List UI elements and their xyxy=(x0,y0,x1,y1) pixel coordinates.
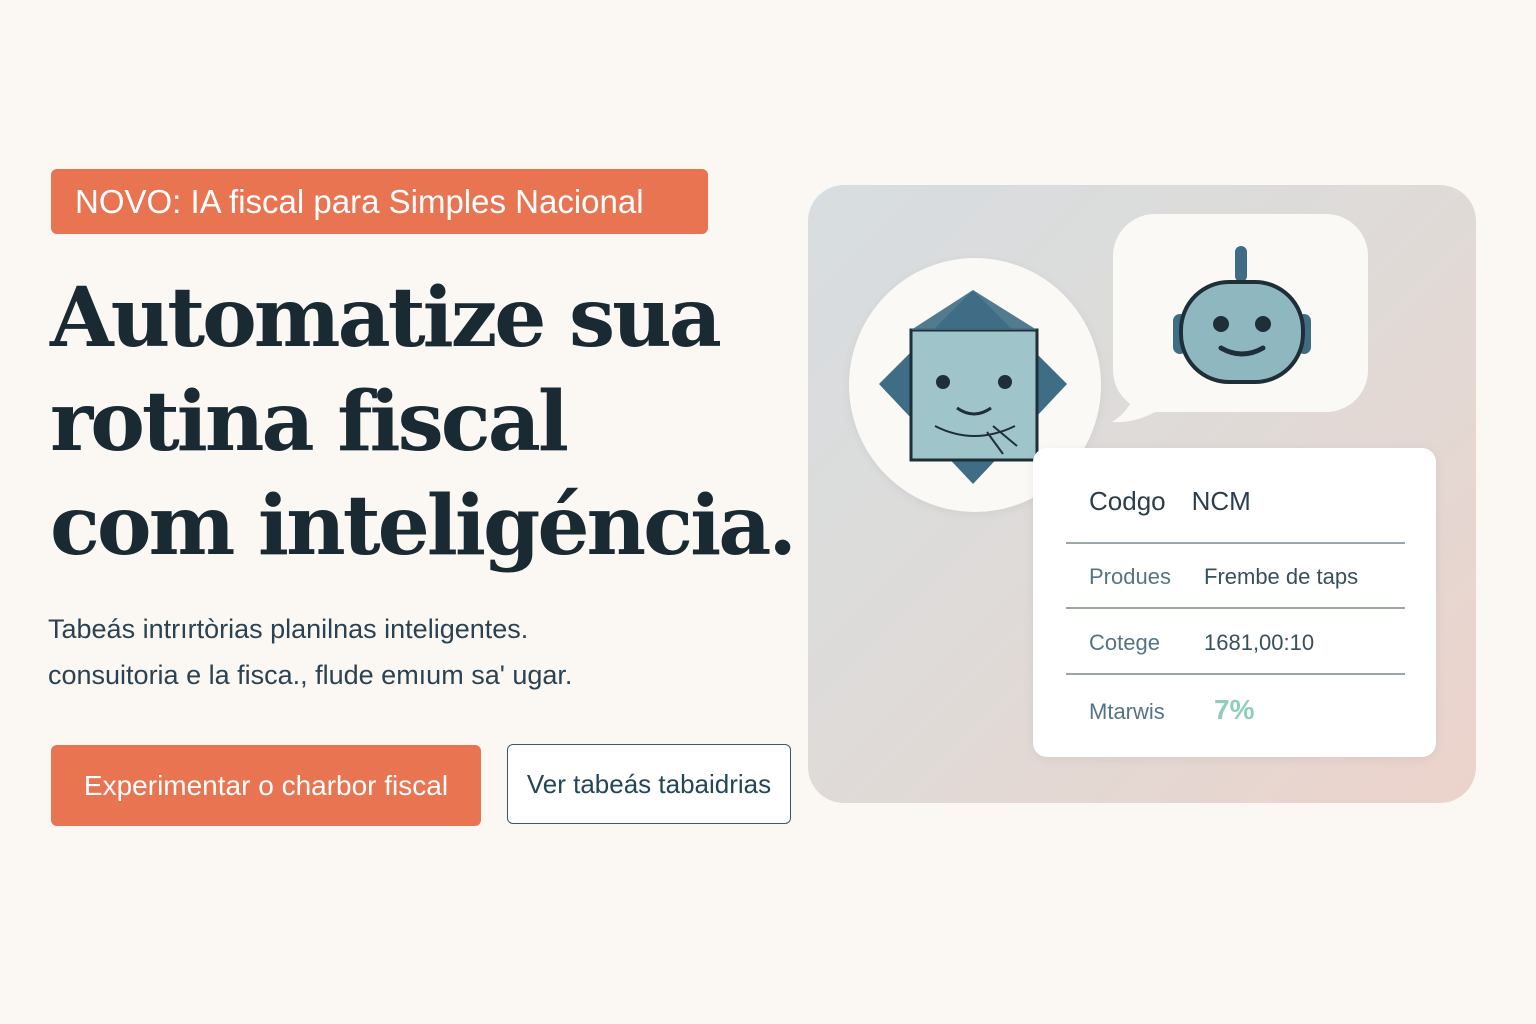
bubble-tail xyxy=(1112,384,1168,423)
card-header-ncm: NCM xyxy=(1191,486,1251,516)
card-row: Cotege 1681,00:10 xyxy=(1089,630,1314,656)
headline-line-3: com inteligéncia. xyxy=(50,478,797,574)
subtext-line-2: consuitoria e la fisca., flude emıum sa'… xyxy=(48,660,573,690)
row-value-percent: 7% xyxy=(1214,694,1255,725)
card-divider xyxy=(1066,542,1405,544)
subtext-line-1: Tabeás intrırtòrias planilnas inteligent… xyxy=(48,614,529,644)
card-row: Produes Frembe de taps xyxy=(1089,564,1358,590)
row-key: Cotege xyxy=(1089,630,1160,655)
row-value: 1681,00:10 xyxy=(1204,630,1315,655)
card-divider xyxy=(1066,673,1405,675)
page-headline: Automatize sua rotina fiscal com intelig… xyxy=(50,266,797,578)
card-row: Mtarwis 7% xyxy=(1089,694,1254,726)
robot-icon xyxy=(1173,246,1311,384)
card-header: Codgo NCM xyxy=(1089,486,1251,517)
row-value: Frembe de taps xyxy=(1204,564,1359,589)
headline-line-2: rotina fiscal xyxy=(50,374,569,470)
view-tables-button[interactable]: Ver tabeás tabaidrias xyxy=(507,744,791,824)
card-divider xyxy=(1066,607,1405,609)
hero-subtext: Tabeás intrırtòrias planilnas inteligent… xyxy=(48,606,788,698)
card-header-code: Codgo xyxy=(1089,486,1166,516)
row-key: Mtarwis xyxy=(1089,699,1165,724)
headline-line-1: Automatize sua xyxy=(50,270,722,366)
new-feature-badge: NOVO: IA fiscal para Simples Nacional xyxy=(51,169,708,234)
chatbot-speech-bubble xyxy=(1113,214,1368,412)
ncm-info-card: Codgo NCM Produes Frembe de taps Cotege 168… xyxy=(1033,448,1436,757)
row-key: Produes xyxy=(1089,564,1171,589)
try-chatbot-button[interactable]: Experimentar o charbor fiscal xyxy=(51,745,481,826)
